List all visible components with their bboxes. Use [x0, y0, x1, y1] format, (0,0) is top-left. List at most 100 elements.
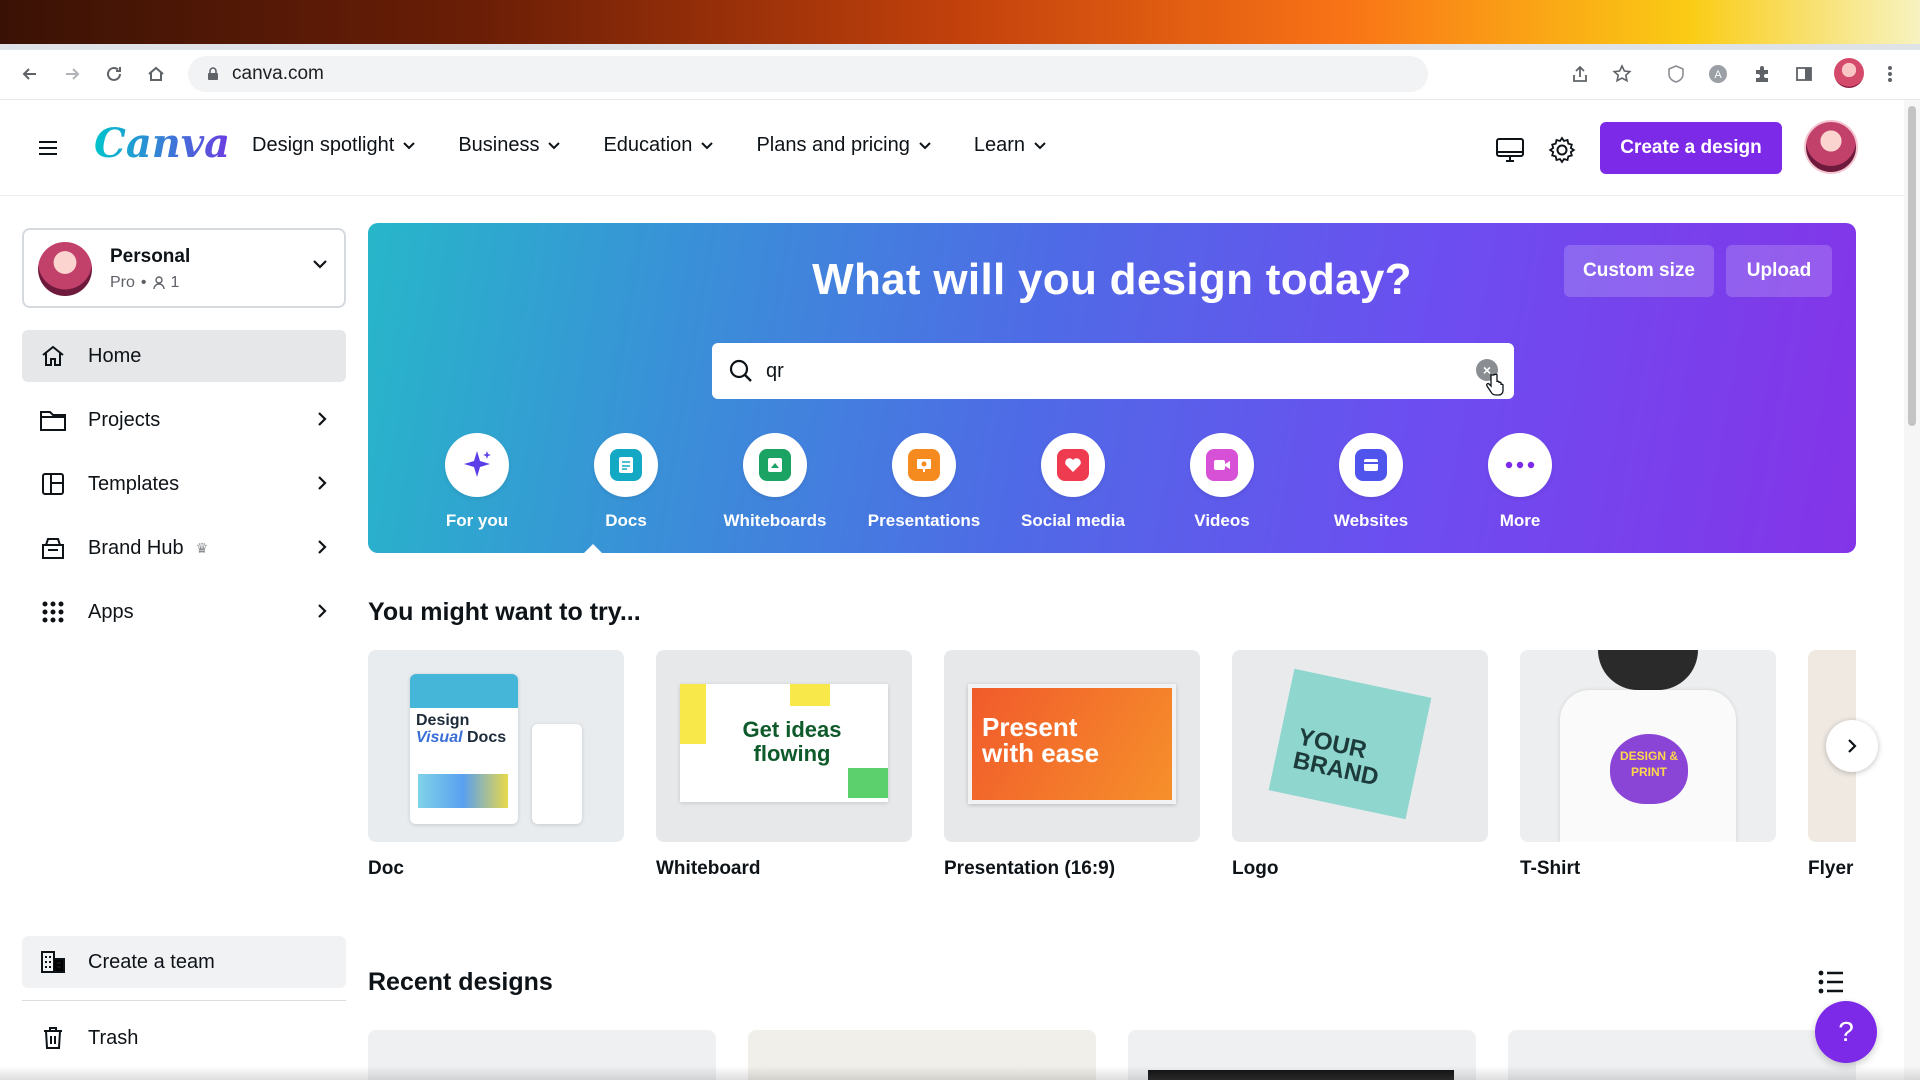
browser-profile-avatar[interactable] — [1834, 58, 1864, 88]
upload-button[interactable]: Upload — [1726, 245, 1832, 297]
home-browser-icon[interactable] — [142, 60, 170, 88]
nav-business[interactable]: Business — [458, 134, 561, 157]
sidebar-item-trash[interactable]: Trash — [22, 1012, 346, 1064]
folder-icon — [38, 405, 68, 435]
nav-learn[interactable]: Learn — [974, 134, 1047, 157]
account-name: Personal — [110, 246, 191, 267]
sidebar-item-home[interactable]: Home — [22, 330, 346, 382]
whiteboard-icon — [743, 433, 807, 497]
puzzle-extensions-icon[interactable] — [1748, 60, 1776, 88]
share-icon[interactable] — [1566, 60, 1594, 88]
create-a-team-button[interactable]: Create a team — [22, 936, 346, 988]
carousel-next-button[interactable] — [1826, 720, 1878, 772]
category-label: Presentations — [867, 511, 981, 530]
thumb-text: Get ideas — [742, 717, 842, 742]
help-button[interactable]: ? — [1815, 1001, 1877, 1063]
hamburger-menu-icon[interactable] — [36, 136, 60, 160]
category-whiteboards[interactable]: Whiteboards — [700, 433, 850, 531]
user-avatar[interactable] — [1804, 120, 1858, 174]
card-doc[interactable]: Design Visual Docs Doc — [368, 650, 624, 880]
presentation-icon — [892, 433, 956, 497]
t-shirt-art: DESIGN & PRINT — [1560, 690, 1736, 842]
bookmark-star-icon[interactable] — [1608, 60, 1636, 88]
page-scrollbar[interactable] — [1904, 100, 1920, 1080]
doc-thumbnail: Design Visual Docs — [368, 650, 624, 842]
whiteboard-board: Get ideas flowing — [680, 684, 888, 802]
sticky-note-art — [848, 768, 888, 798]
sparkle-icon — [445, 433, 509, 497]
chevron-right-icon — [318, 412, 327, 426]
canva-logo[interactable]: Canva — [94, 120, 230, 167]
whiteboard-tile — [759, 449, 791, 481]
category-videos[interactable]: Videos — [1147, 433, 1297, 531]
presentation-tile — [908, 449, 940, 481]
chevron-down-icon — [701, 141, 714, 149]
thumb-text: Design — [416, 712, 470, 729]
card-t-shirt[interactable]: DESIGN & PRINT T-Shirt — [1520, 650, 1776, 880]
card-label: Doc — [368, 858, 404, 879]
doc-header-art — [410, 674, 518, 708]
category-for-you[interactable]: For you — [402, 433, 552, 531]
dot-separator: • — [140, 274, 147, 291]
design-search-input[interactable]: qr × — [712, 343, 1514, 399]
back-arrow-icon[interactable] — [16, 60, 44, 88]
sidebar-item-label: Projects — [88, 408, 161, 431]
account-switcher[interactable]: Personal Pro • 1 — [22, 228, 346, 308]
category-websites[interactable]: Websites — [1296, 433, 1446, 531]
sidebar-item-templates[interactable]: Templates — [22, 458, 346, 510]
desktop-icon[interactable] — [1494, 134, 1526, 166]
category-more[interactable]: More — [1445, 433, 1595, 531]
sidebar-item-label: Trash — [88, 1026, 139, 1049]
doc-page-large: Design Visual Docs — [410, 674, 518, 824]
chevron-down-icon — [1034, 141, 1046, 149]
thumb-text: with ease — [982, 738, 1100, 768]
sidebar-item-brand-hub[interactable]: Brand Hub ♛ — [22, 522, 346, 574]
canva-header: Canva Design spotlight Business Educatio… — [0, 100, 1904, 196]
category-label: For you — [445, 511, 509, 530]
card-label: Logo — [1232, 858, 1279, 879]
gear-icon[interactable] — [1546, 134, 1578, 166]
card-whiteboard[interactable]: Get ideas flowing Whiteboard — [656, 650, 912, 880]
thumb-text: Visual — [416, 729, 463, 746]
apps-grid-icon — [38, 597, 68, 627]
category-presentations[interactable]: Presentations — [849, 433, 999, 531]
card-logo[interactable]: YOUR BRAND Logo — [1232, 650, 1488, 880]
social-tile — [1057, 449, 1089, 481]
t-shirt-print-art: DESIGN & PRINT — [1610, 734, 1688, 804]
home-icon — [38, 341, 68, 371]
sidebar-item-apps[interactable]: Apps — [22, 586, 346, 638]
presentation-thumb-text: Present with ease — [982, 714, 1099, 766]
address-bar[interactable]: canva.com — [188, 56, 1428, 92]
category-docs[interactable]: Docs — [551, 433, 701, 531]
reload-icon[interactable] — [100, 60, 128, 88]
category-label: Docs — [605, 511, 647, 530]
nav-plans-and-pricing[interactable]: Plans and pricing — [756, 134, 931, 157]
browser-menu-icon[interactable] — [1876, 60, 1904, 88]
list-view-icon[interactable] — [1816, 968, 1846, 996]
create-a-design-button[interactable]: Create a design — [1600, 122, 1782, 174]
selected-category-indicator — [583, 544, 603, 554]
tab-strip — [0, 44, 1920, 50]
video-tile — [1206, 449, 1238, 481]
account-plan: Pro — [110, 274, 135, 291]
custom-size-button[interactable]: Custom size — [1564, 245, 1714, 297]
card-label: Flyer — [1808, 858, 1854, 879]
category-label: More — [1499, 511, 1541, 530]
window-top-strip — [0, 0, 1920, 44]
category-social-media[interactable]: Social media — [998, 433, 1148, 531]
extension-a-icon[interactable]: A — [1704, 60, 1732, 88]
presentation-slide: Present with ease — [968, 684, 1176, 804]
nav-label: Business — [458, 134, 540, 156]
card-presentation[interactable]: Present with ease Presentation (16:9) — [944, 650, 1200, 880]
whiteboard-thumbnail: Get ideas flowing — [656, 650, 912, 842]
nav-design-spotlight[interactable]: Design spotlight — [252, 134, 416, 157]
forward-arrow-icon[interactable] — [58, 60, 86, 88]
sidebar-item-label: Templates — [88, 472, 180, 495]
nav-education[interactable]: Education — [603, 134, 714, 157]
side-panel-icon[interactable] — [1790, 60, 1818, 88]
recent-designs-title: Recent designs — [368, 968, 553, 996]
shield-extension-icon[interactable] — [1662, 60, 1690, 88]
sidebar-item-projects[interactable]: Projects — [22, 394, 346, 446]
trash-icon — [38, 1023, 68, 1053]
scrollbar-thumb[interactable] — [1908, 106, 1916, 426]
